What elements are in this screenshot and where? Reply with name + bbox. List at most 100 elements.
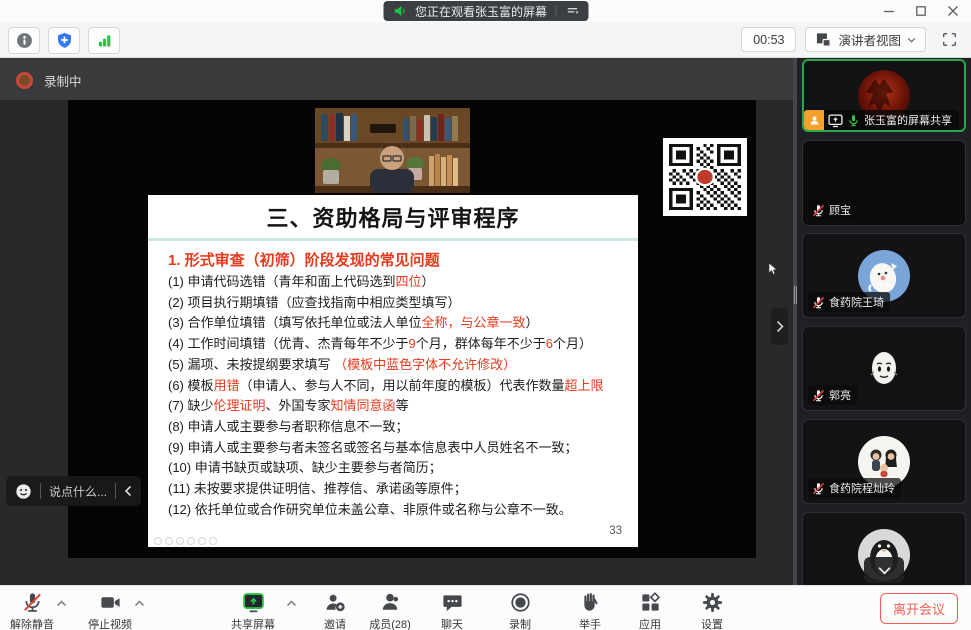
chat-label: 聊天: [441, 616, 463, 630]
raise-hand-icon: [579, 591, 602, 614]
watching-banner[interactable]: 您正在观看张玉富的屏幕: [383, 1, 588, 21]
unmute-label: 解除静音: [10, 616, 54, 630]
presenter-video: [315, 108, 470, 193]
participant-label: 郭亮: [808, 385, 857, 405]
slide-line: (8) 申请人或主要参与者职称信息不一致；: [168, 417, 628, 438]
network-signal-button[interactable]: [88, 27, 120, 54]
unmute-options-caret[interactable]: [56, 600, 67, 607]
participant-label: 食药院王琦: [808, 292, 890, 312]
record-label: 录制: [509, 616, 531, 630]
screen-share-icon: [828, 113, 843, 128]
stage-top-strip: [0, 58, 793, 100]
presentation-slide: 三、资助格局与评审程序 1. 形式审查（初筛）阶段发现的常见问题 (1) 申请代…: [148, 195, 638, 547]
share-screen-icon: [242, 591, 265, 614]
participant-tile[interactable]: 顾宝: [802, 140, 966, 226]
members-icon: [379, 591, 402, 614]
unmute-button[interactable]: 解除静音: [0, 591, 64, 630]
slide-line: (10) 申请书缺页或缺项、缺少主要参与者简历；: [168, 458, 628, 479]
raise-hand-button[interactable]: 举手: [558, 591, 622, 630]
chevron-down-icon: [907, 37, 916, 43]
stop-video-button[interactable]: 停止视频: [78, 591, 142, 630]
leave-meeting-button[interactable]: 离开会议: [880, 593, 958, 624]
chat-input[interactable]: 说点什么...: [49, 483, 107, 500]
members-label: 成员(28): [369, 616, 411, 630]
mic-muted-icon: [812, 296, 825, 309]
collapse-chat-icon[interactable]: [124, 485, 132, 497]
fullscreen-button[interactable]: [935, 27, 963, 52]
settings-button[interactable]: 设置: [680, 591, 744, 630]
participant-tile-sharer[interactable]: 张玉富的屏幕共享: [802, 59, 966, 132]
mic-on-icon: [847, 114, 860, 127]
security-shield-button[interactable]: [48, 27, 80, 54]
slide-line: (2) 项目执行期填错（应查找指南中相应类型填写）: [168, 293, 628, 314]
slide-line: (7) 缺少伦理证明、外国专家知情同意函等: [168, 396, 628, 417]
participant-name: 郭亮: [829, 387, 851, 403]
participant-tile[interactable]: 郭亮: [802, 326, 966, 411]
emoji-icon[interactable]: [15, 483, 32, 500]
participant-tile[interactable]: 食药院程灿玲: [802, 419, 966, 504]
meeting-window: 您正在观看张玉富的屏幕: [0, 0, 971, 630]
recording-label: 录制中: [44, 71, 82, 90]
slide-line: (1) 申请代码选错（青年和面上代码选到四位）: [168, 272, 628, 293]
share-screen-label: 共享屏幕: [231, 616, 275, 630]
view-mode-selector[interactable]: 演讲者视图: [805, 27, 926, 52]
share-options-caret[interactable]: [286, 600, 297, 607]
raise-hand-label: 举手: [579, 616, 601, 630]
close-button[interactable]: [941, 3, 965, 19]
participant-label: 顾宝: [808, 200, 857, 220]
slide-line: (12) 依托单位或合作研究单位未盖公章、非原件或名称与公章不一致。: [168, 500, 628, 521]
mouse-cursor: [768, 262, 778, 276]
watching-banner-text: 您正在观看张玉富的屏幕: [415, 3, 547, 20]
participant-name: 食药院程灿玲: [829, 480, 895, 496]
chat-icon: [441, 591, 464, 614]
settings-label: 设置: [701, 616, 723, 630]
participant-tile[interactable]: 食药院王琦: [802, 233, 966, 318]
record-button[interactable]: 录制: [488, 591, 552, 630]
invite-label: 邀请: [324, 616, 346, 630]
layout-icon: [815, 31, 832, 48]
control-bar: 解除静音 停止视频 共享屏幕 邀请 成员(28) 聊天: [0, 585, 971, 630]
meeting-info-button[interactable]: [8, 27, 40, 54]
view-controls-group: 00:53 演讲者视图: [741, 27, 963, 52]
chat-divider: [115, 483, 116, 499]
avatar: [857, 342, 911, 396]
window-titlebar: 您正在观看张玉富的屏幕: [0, 0, 971, 22]
share-screen-button[interactable]: 共享屏幕: [221, 591, 285, 630]
participant-tile[interactable]: [802, 512, 966, 585]
mic-muted-icon: [812, 482, 825, 495]
slide-line: (5) 漏项、未按提纲要求填写 （模板中蓝色字体不允许修改）: [168, 355, 628, 376]
slide-title: 三、资助格局与评审程序: [148, 201, 638, 233]
mic-muted-icon: [812, 204, 825, 217]
participant-label: 食药院程灿玲: [808, 478, 901, 498]
slide-lines: (1) 申请代码选错（青年和面上代码选到四位）(2) 项目执行期填错（应查找指南…: [168, 272, 628, 520]
slide-line: (3) 合作单位填错（填写依托单位或法人单位全称，与公章一致）: [168, 313, 628, 334]
slide-page-number: 33: [609, 525, 622, 537]
meeting-toolbar: 00:53 演讲者视图: [0, 22, 971, 58]
chat-button[interactable]: 聊天: [420, 591, 484, 630]
slide-line: (4) 工作时间填错（优青、杰青每年不少于9个月，群体每年不少于6个月）: [168, 334, 628, 355]
invite-icon: [324, 591, 347, 614]
participant-name: 张玉富的屏幕共享: [864, 112, 952, 128]
recording-dot-icon: [16, 72, 33, 89]
banner-menu-icon[interactable]: [564, 4, 580, 18]
view-mode-label: 演讲者视图: [838, 30, 901, 49]
apps-button[interactable]: 应用: [618, 591, 682, 630]
mic-muted-icon: [812, 389, 825, 402]
camera-icon: [99, 591, 122, 614]
members-button[interactable]: 成员(28): [358, 591, 422, 630]
maximize-button[interactable]: [909, 3, 933, 19]
apps-icon: [639, 591, 662, 614]
slide-line: (9) 申请人或主要参与者未签名或签名与基本信息表中人员姓名不一致；: [168, 438, 628, 459]
video-options-caret[interactable]: [134, 600, 145, 607]
sharer-label-bar: 张玉富的屏幕共享: [804, 110, 959, 130]
banner-divider: [555, 5, 556, 17]
window-controls: [877, 3, 965, 19]
slide-title-rule: [148, 238, 638, 241]
apps-label: 应用: [639, 616, 661, 630]
slide-line: (11) 未按要求提供证明信、推荐信、承诺函等原件；: [168, 479, 628, 500]
expand-panel-button[interactable]: [771, 308, 788, 345]
mic-muted-icon: [21, 591, 44, 614]
minimize-button[interactable]: [877, 3, 901, 19]
meeting-info-group: [8, 27, 120, 54]
scroll-down-button[interactable]: [864, 557, 904, 583]
